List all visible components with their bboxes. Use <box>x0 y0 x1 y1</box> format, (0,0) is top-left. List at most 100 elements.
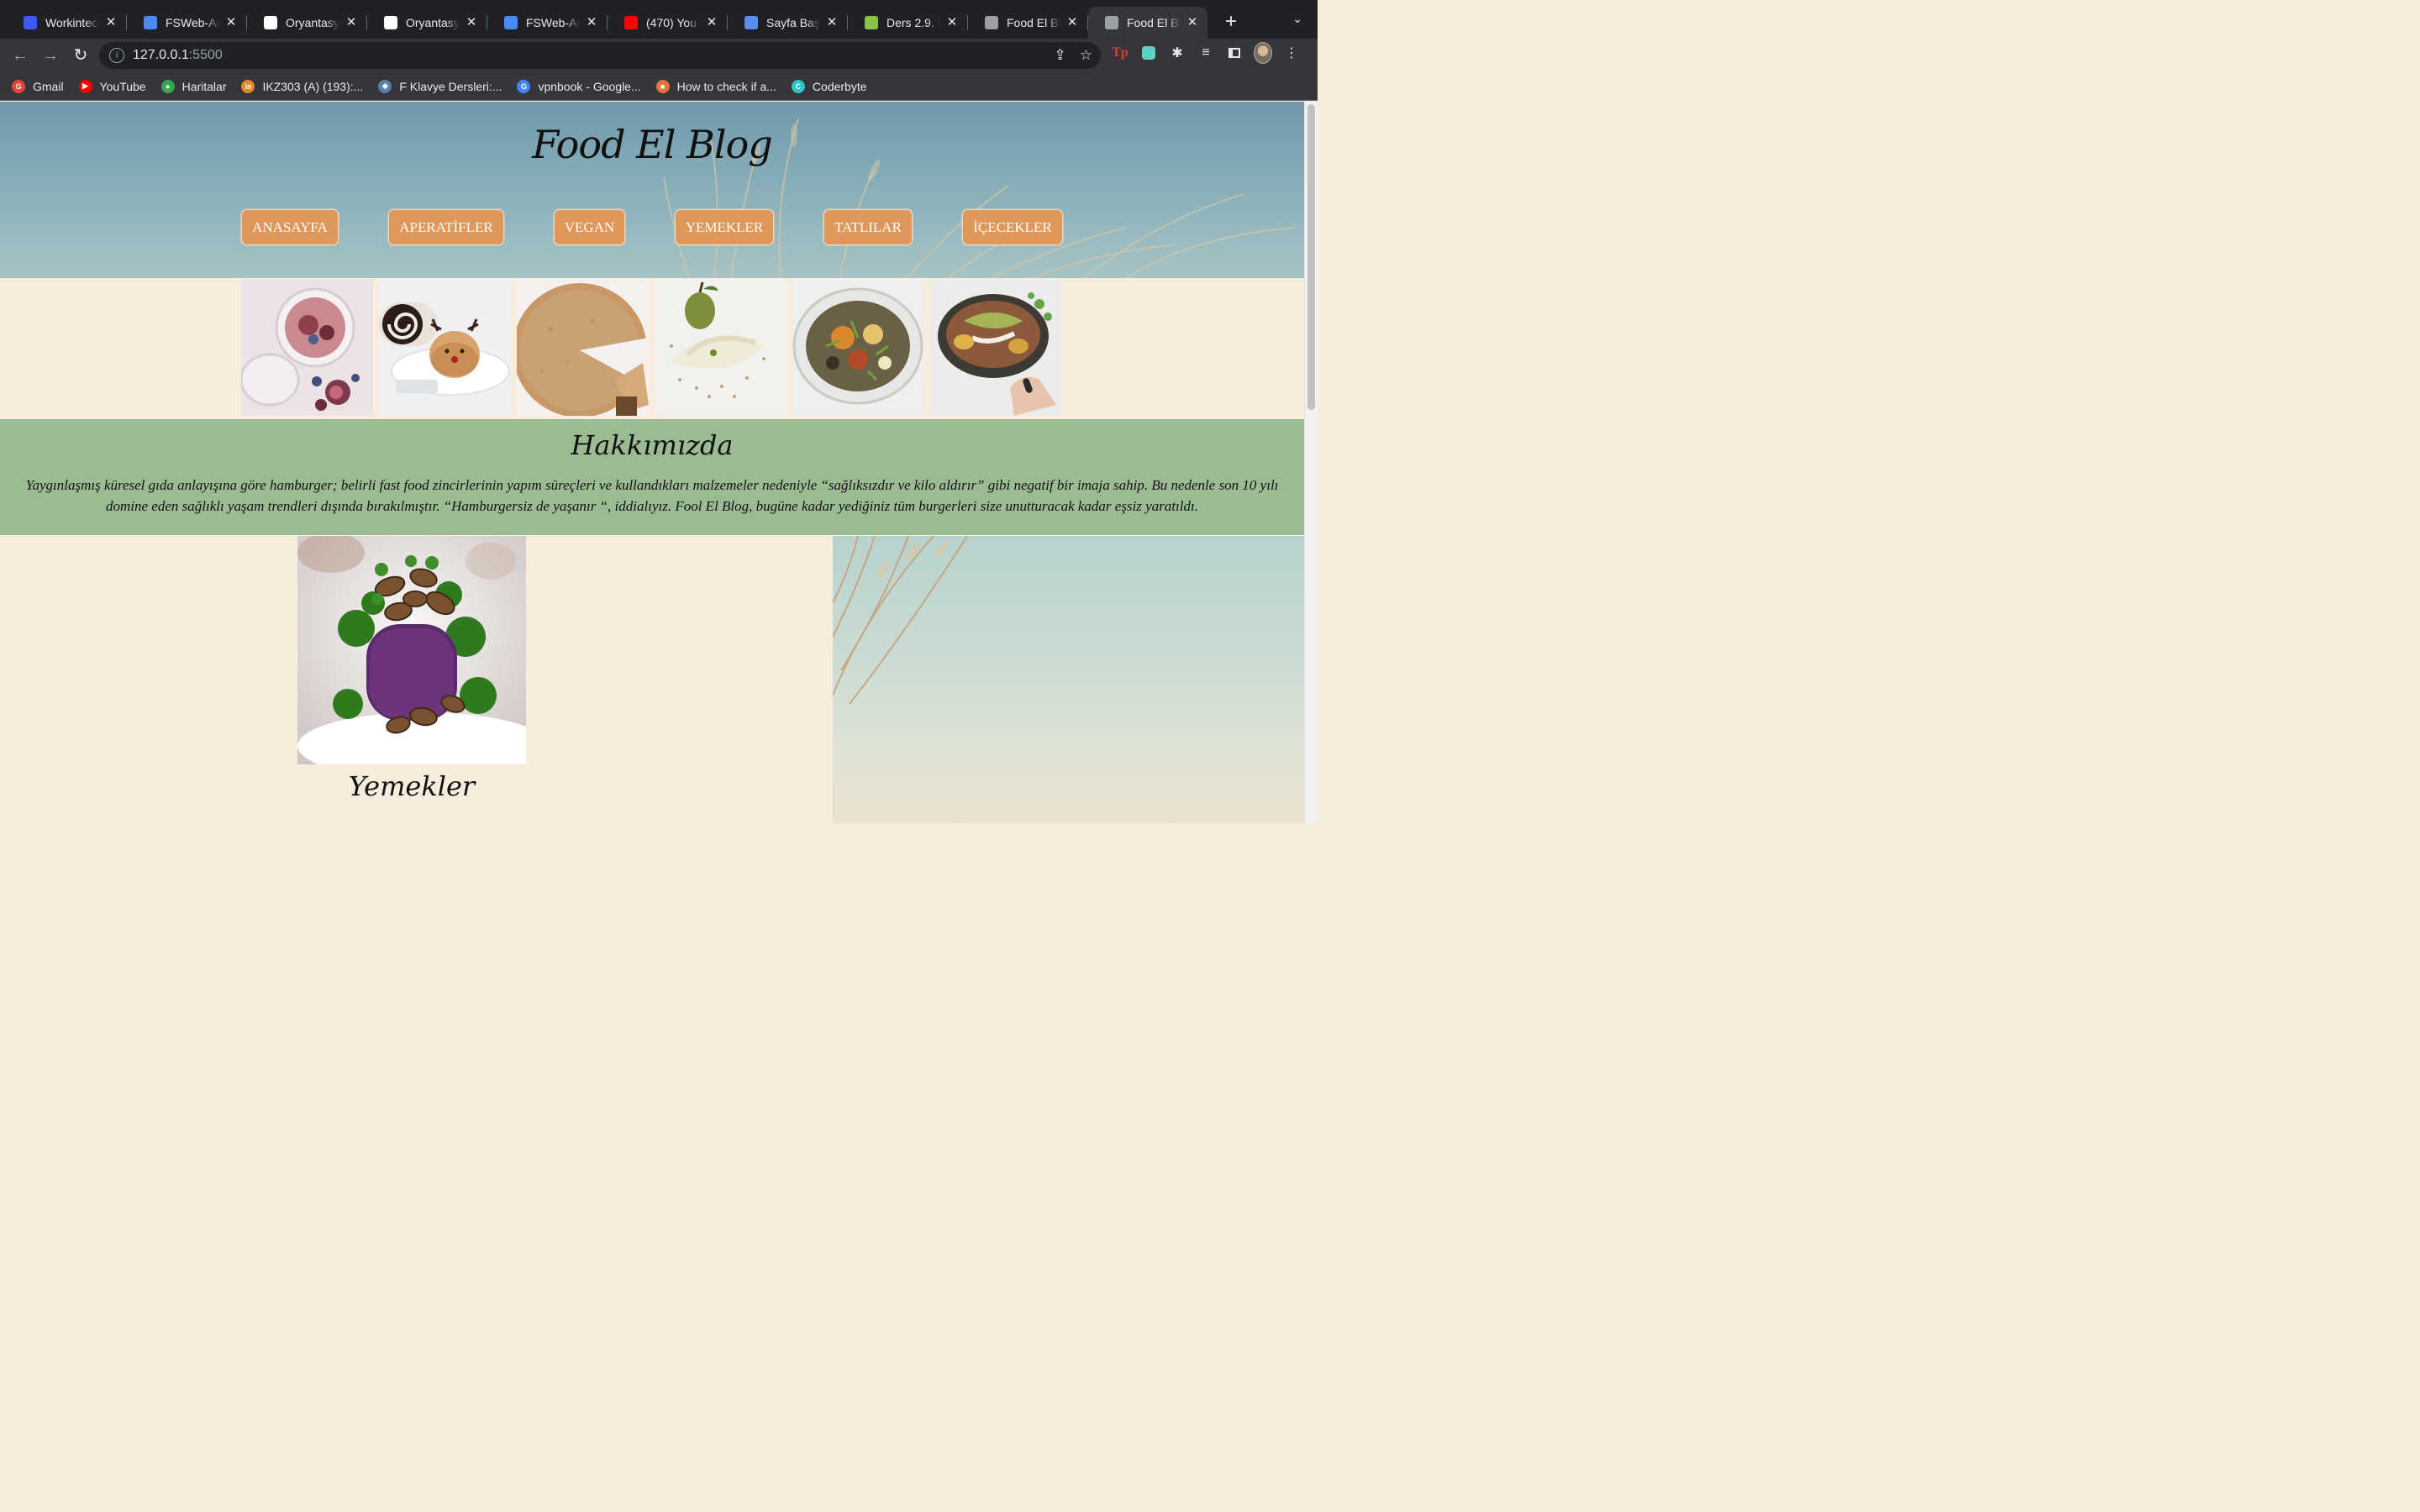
tab-close-icon[interactable]: ✕ <box>825 16 839 29</box>
bookmark-favicon-icon: C <box>791 79 805 93</box>
bookmark-label: YouTube <box>99 79 146 93</box>
url-host: 127.0.0.1 <box>133 48 189 62</box>
gallery-image-avocado-bowl[interactable] <box>930 279 1062 416</box>
food-gallery <box>241 279 1063 416</box>
browser-tab[interactable]: Ders 2.9. Er ✕ <box>848 7 968 39</box>
gallery-image-roll-cake[interactable] <box>379 279 511 416</box>
bookmark-item[interactable]: ▶ YouTube <box>78 79 146 93</box>
web-page: Food El Blog ANASAYFA APERATİFLER VEGAN … <box>0 102 1304 823</box>
yemekler-image[interactable] <box>297 536 526 764</box>
bookmark-label: How to check if a... <box>676 79 776 93</box>
extension-green-icon[interactable] <box>1139 44 1158 62</box>
browser-tab[interactable]: FSWeb-Aralık ✕ <box>127 7 247 39</box>
tab-title: FSWeb-Aralık <box>166 16 219 29</box>
tab-list: Workintech✕FSWeb-Aralık✕Oryantasyon✕Orya… <box>0 0 1207 39</box>
tab-favicon-icon <box>865 16 878 29</box>
tab-title: Food El Blog <box>1127 16 1181 29</box>
tab-favicon-icon <box>504 16 518 29</box>
tab-close-icon[interactable]: ✕ <box>224 16 238 29</box>
tab-close-icon[interactable]: ✕ <box>945 16 959 29</box>
about-title: Hakkımızda <box>571 429 734 461</box>
nav-anasayfa-button[interactable]: ANASAYFA <box>241 209 339 245</box>
profile-avatar[interactable] <box>1254 42 1272 64</box>
nav-tatlilar-button[interactable]: TATLILAR <box>823 209 913 245</box>
media-control-icon[interactable]: ≡ <box>1197 44 1215 62</box>
browser-toolbar: ← → ↻ i 127.0.0.1:5500 ⇪ ☆ Tp ✱ ≡ ⋮ <box>0 39 1318 72</box>
tab-favicon-icon <box>1105 16 1118 29</box>
bookmark-item[interactable]: C Coderbyte <box>791 79 867 93</box>
browser-tab[interactable]: Oryantasyon ✕ <box>367 7 487 39</box>
tab-favicon-icon <box>264 16 277 29</box>
tab-favicon-icon <box>144 16 157 29</box>
bookmark-star-icon[interactable]: ☆ <box>1080 47 1092 64</box>
tab-title: Oryantasyon <box>406 16 460 29</box>
site-info-icon[interactable]: i <box>109 48 124 63</box>
extension-tp-icon[interactable]: Tp <box>1111 44 1129 62</box>
tab-close-icon[interactable]: ✕ <box>585 16 598 29</box>
bookmark-item[interactable]: Gvpnbook - Google... <box>517 79 641 93</box>
tab-close-icon[interactable]: ✕ <box>1186 16 1199 29</box>
scrollbar-thumb[interactable] <box>1307 104 1315 410</box>
browser-tab[interactable]: Food El Blog ✕ <box>968 7 1088 39</box>
bookmark-item[interactable]: G Gmail <box>12 79 64 93</box>
browser-tab-strip: Workintech✕FSWeb-Aralık✕Oryantasyon✕Orya… <box>0 0 1318 39</box>
nav-vegan-button[interactable]: VEGAN <box>554 209 625 245</box>
tab-title: Food El Blog <box>1007 16 1060 29</box>
bookmark-item[interactable]: ● Haritalar <box>160 79 227 93</box>
nav-yemekler-button[interactable]: YEMEKLER <box>675 209 774 245</box>
tab-favicon-icon <box>624 16 638 29</box>
tab-title: Workintech <box>45 16 99 29</box>
bookmark-favicon-icon: ◆ <box>378 79 392 93</box>
bookmark-favicon-icon: G <box>12 79 25 93</box>
side-panel-icon[interactable] <box>1225 44 1244 62</box>
header-hero: Food El Blog ANASAYFA APERATİFLER VEGAN … <box>0 102 1304 278</box>
tab-favicon-icon <box>985 16 998 29</box>
tab-title: Ders 2.9. Er <box>886 16 940 29</box>
tab-close-icon[interactable]: ✕ <box>345 16 358 29</box>
tab-close-icon[interactable]: ✕ <box>465 16 478 29</box>
back-icon[interactable]: ← <box>6 41 34 70</box>
tab-title: Sayfa Başlık <box>766 16 820 29</box>
tab-favicon-icon <box>744 16 758 29</box>
nav-aperatifler-button[interactable]: APERATİFLER <box>388 209 504 245</box>
reload-icon[interactable]: ↻ <box>66 41 95 70</box>
bookmark-label: vpnbook - Google... <box>538 79 641 93</box>
extensions-puzzle-icon[interactable]: ✱ <box>1168 44 1186 62</box>
bookmark-favicon-icon: ■ <box>655 79 670 93</box>
tab-close-icon[interactable]: ✕ <box>104 16 118 29</box>
browser-tab[interactable]: Sayfa Başlık ✕ <box>728 7 848 39</box>
bookmark-item[interactable]: ◆ F Klavye Dersleri:... <box>378 79 502 93</box>
bookmark-label: Haritalar <box>182 79 227 93</box>
main-nav: ANASAYFA APERATİFLER VEGAN YEMEKLER TATL… <box>0 209 1304 247</box>
page-scrollbar[interactable] <box>1304 102 1318 823</box>
browser-menu-icon[interactable]: ⋮ <box>1282 44 1301 62</box>
bookmark-item[interactable]: in IKZ303 (A) (193):... <box>241 79 363 93</box>
bookmark-favicon-icon: in <box>241 79 255 93</box>
tab-close-icon[interactable]: ✕ <box>1065 16 1079 29</box>
browser-tab[interactable]: (470) YouTube ✕ <box>608 7 728 39</box>
nav-icecekler-button[interactable]: İÇECEKLER <box>962 209 1063 245</box>
tab-search-icon[interactable]: ⌄ <box>1292 12 1302 26</box>
tab-title: (470) YouTube <box>646 16 700 29</box>
site-title: Food El Blog <box>532 122 772 167</box>
share-icon[interactable]: ⇪ <box>1055 47 1066 64</box>
tab-title: Oryantasyon <box>286 16 339 29</box>
browser-tab[interactable]: Workintech ✕ <box>7 7 127 39</box>
gallery-image-salad-bowl[interactable] <box>792 279 924 416</box>
gallery-image-pie[interactable] <box>517 279 649 416</box>
bookmark-item[interactable]: ■ How to check if a... <box>655 79 776 93</box>
gallery-image-pear-dessert[interactable] <box>655 279 786 416</box>
bookmark-favicon-icon: ● <box>160 79 175 93</box>
tab-close-icon[interactable]: ✕ <box>705 16 718 29</box>
forward-icon[interactable]: → <box>36 41 65 70</box>
bookmark-favicon-icon: G <box>517 79 531 93</box>
browser-tab[interactable]: Food El Blog ✕ <box>1088 7 1207 39</box>
tab-title: FSWeb-Aralık <box>526 16 580 29</box>
new-tab-button[interactable]: + <box>1219 10 1243 34</box>
address-bar[interactable]: i 127.0.0.1:5500 ⇪ ☆ <box>99 42 1101 69</box>
gallery-image-fig-chia[interactable] <box>241 279 373 416</box>
browser-tab[interactable]: Oryantasyon ✕ <box>247 7 367 39</box>
bookmarks-bar: G Gmail ▶ YouTube ● Haritalar in IKZ303 (A) (19… <box>0 72 1318 101</box>
browser-tab[interactable]: FSWeb-Aralık ✕ <box>487 7 608 39</box>
bookmark-favicon-icon: ▶ <box>78 79 92 93</box>
